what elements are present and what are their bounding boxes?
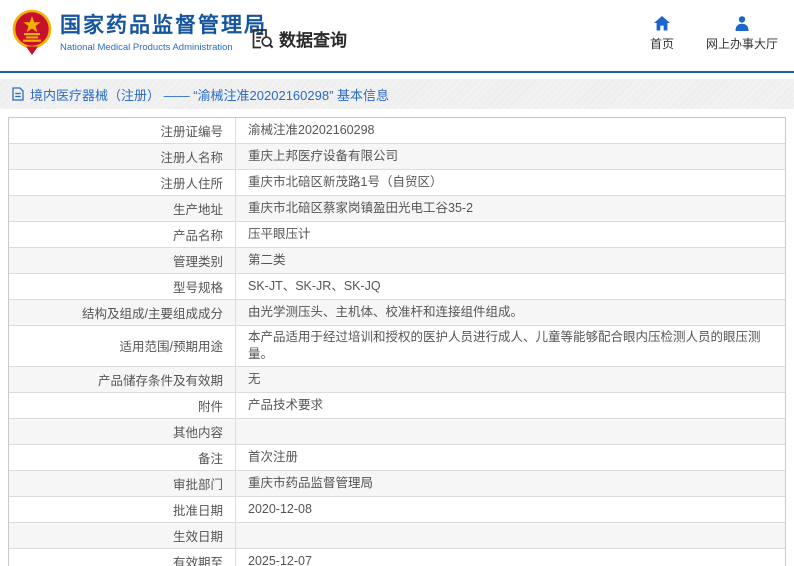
row-label: 备注 xyxy=(9,444,236,470)
row-label: 审批部门 xyxy=(9,470,236,496)
table-row: 备注 首次注册 xyxy=(9,443,785,470)
document-icon xyxy=(12,87,24,101)
row-value: 重庆上邦医疗设备有限公司 xyxy=(248,149,399,164)
table-row: 产品储存条件及有效期 无 xyxy=(9,365,785,392)
row-value: 产品技术要求 xyxy=(248,397,324,412)
row-value: 第二类 xyxy=(248,253,286,268)
site-logo[interactable]: 国家药品监督管理局 National Medical Products Admi… xyxy=(12,9,267,56)
row-label: 有效期至 xyxy=(9,548,236,566)
table-row: 结构及组成/主要组成成分 由光学测压头、主机体、校准杆和连接组件组成。 xyxy=(9,299,785,325)
row-value: 首次注册 xyxy=(248,449,299,464)
table-row: 有效期至 2025-12-07 xyxy=(9,547,785,566)
row-value: 重庆市北碚区蔡家岗镇盈田光电工谷35-2 xyxy=(248,201,474,216)
row-label: 生产地址 xyxy=(9,196,236,221)
row-value: 渝械注准20202160298 xyxy=(248,123,375,138)
row-value: 重庆市药品监督管理局 xyxy=(248,475,374,490)
registration-info-table: 注册证编号 渝械注准20202160298 注册人名称 重庆上邦医疗设备有限公司… xyxy=(8,117,786,566)
nav-item-label: 首页 xyxy=(649,37,674,51)
row-value: 无 xyxy=(248,371,261,386)
row-value: 本产品适用于经过培训和授权的医护人员进行成人、儿童等能够配合眼内压检测人员的眼压… xyxy=(248,330,761,361)
row-label: 型号规格 xyxy=(9,274,236,299)
table-row: 适用范围/预期用途 本产品适用于经过培训和授权的医护人员进行成人、儿童等能够配合… xyxy=(9,325,785,366)
table-row: 注册证编号 渝械注准20202160298 xyxy=(9,118,785,143)
brand-text: 国家药品监督管理局 National Medical Products Admi… xyxy=(60,13,267,53)
person-icon xyxy=(734,16,750,31)
table-row: 注册人住所 重庆市北碚区新茂路1号（自贸区） xyxy=(9,169,785,195)
data-query-tab[interactable]: 数据查询 xyxy=(251,26,347,51)
row-label: 注册人名称 xyxy=(9,144,236,169)
row-value: 压平眼压计 xyxy=(248,227,311,242)
table-row: 审批部门 重庆市药品监督管理局 xyxy=(9,469,785,496)
table-row: 其他内容 xyxy=(9,417,785,444)
nav-item-home[interactable]: 首页 xyxy=(650,16,674,52)
table-row: 附件 产品技术要求 xyxy=(9,391,785,418)
row-label: 其他内容 xyxy=(9,418,236,444)
row-value: 由光学测压头、主机体、校准杆和连接组件组成。 xyxy=(248,305,524,320)
row-label: 注册人住所 xyxy=(9,170,236,195)
row-value: SK-JT、SK-JR、SK-JQ xyxy=(248,279,381,294)
row-label: 批准日期 xyxy=(9,496,236,522)
table-row: 注册人名称 重庆上邦医疗设备有限公司 xyxy=(9,143,785,169)
nav-item-label: 网上办事大厅 xyxy=(705,37,778,51)
row-label: 产品名称 xyxy=(9,222,236,247)
table-row: 型号规格 SK-JT、SK-JR、SK-JQ xyxy=(9,273,785,299)
row-value: 重庆市北碚区新茂路1号（自贸区） xyxy=(248,175,443,190)
national-emblem-icon xyxy=(12,9,52,56)
table-row: 批准日期 2020-12-08 xyxy=(9,495,785,522)
org-name-en: National Medical Products Administration xyxy=(60,41,233,53)
row-value: 2020-12-08 xyxy=(248,501,312,516)
site-header: 国家药品监督管理局 National Medical Products Admi… xyxy=(0,0,794,73)
nav-item-service-hall[interactable]: 网上办事大厅 xyxy=(706,16,778,52)
row-value: 2025-12-07 xyxy=(248,553,312,566)
row-label: 结构及组成/主要组成成分 xyxy=(9,300,236,325)
data-query-label: 数据查询 xyxy=(279,31,347,50)
table-row: 管理类别 第二类 xyxy=(9,247,785,273)
org-name-cn: 国家药品监督管理局 xyxy=(60,13,267,37)
data-query-icon xyxy=(251,27,274,50)
row-label: 附件 xyxy=(9,392,236,418)
table-row: 生效日期 xyxy=(9,521,785,548)
table-row: 产品名称 压平眼压计 xyxy=(9,221,785,247)
row-value xyxy=(236,523,785,548)
breadcrumb-text: 境内医疗器械（注册） —— “渝械注准20202160298” 基本信息 xyxy=(30,87,390,103)
row-label: 注册证编号 xyxy=(9,118,236,143)
row-label: 适用范围/预期用途 xyxy=(9,326,236,366)
row-label: 生效日期 xyxy=(9,522,236,548)
row-label: 管理类别 xyxy=(9,248,236,273)
home-icon xyxy=(653,16,670,31)
header-nav: 首页 网上办事大厅 xyxy=(650,16,778,52)
row-label: 产品储存条件及有效期 xyxy=(9,366,236,392)
table-row: 生产地址 重庆市北碚区蔡家岗镇盈田光电工谷35-2 xyxy=(9,195,785,221)
breadcrumb: 境内医疗器械（注册） —— “渝械注准20202160298” 基本信息 xyxy=(0,79,794,109)
row-value xyxy=(236,419,785,444)
